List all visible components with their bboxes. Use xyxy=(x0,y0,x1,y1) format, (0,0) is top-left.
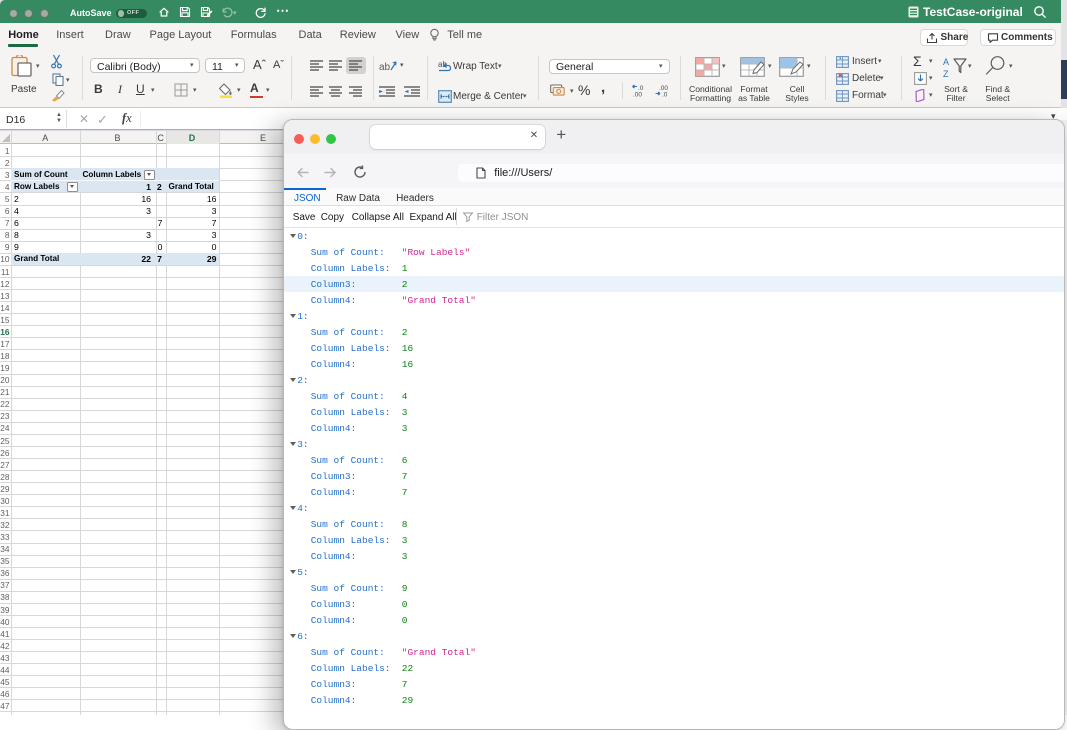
svg-text:.0: .0 xyxy=(662,92,668,98)
svg-text:.00: .00 xyxy=(633,92,642,98)
svg-text:A: A xyxy=(943,57,949,67)
svg-text:Z: Z xyxy=(943,69,949,79)
svg-text:ab: ab xyxy=(379,62,391,73)
